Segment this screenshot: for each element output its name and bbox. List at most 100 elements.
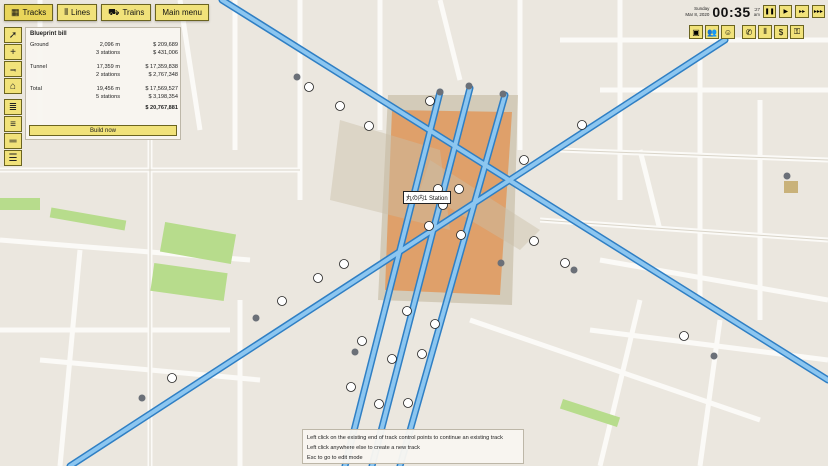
play-button[interactable]: ▶ — [779, 5, 793, 18]
track-double-icon: ≡ — [10, 118, 16, 130]
train-button[interactable]: ⫴ — [758, 25, 772, 39]
lines-button[interactable]: ⫴ Lines — [57, 4, 98, 21]
control-point-marker[interactable] — [403, 398, 413, 408]
control-point-marker[interactable] — [402, 306, 412, 316]
fastest-button[interactable]: ▸▸▸ — [811, 5, 825, 18]
control-point-marker[interactable] — [357, 336, 367, 346]
trains-button[interactable]: ⛟ Trains — [101, 4, 152, 21]
map-view-button[interactable]: ▣ — [689, 25, 703, 39]
pause-icon: ❚❚ — [764, 9, 775, 15]
train-icon: ⫴ — [763, 27, 767, 36]
phone-icon: ✆ — [745, 27, 753, 37]
control-point-marker[interactable] — [313, 273, 323, 283]
control-point-marker[interactable] — [454, 184, 464, 194]
control-point-marker[interactable] — [424, 221, 434, 231]
date-display: Sunday Mar 8, 2020 — [685, 6, 710, 17]
tracks-button[interactable]: ▦ Tracks — [4, 4, 54, 21]
hint-line: Left click on the existing end of track … — [307, 435, 503, 441]
tool-palette: ➚ + ⫬ ⌂ ≣ ≡ ═ ☰ — [4, 27, 23, 166]
control-point-marker[interactable] — [465, 82, 473, 90]
control-point-marker[interactable] — [346, 382, 356, 392]
station-name-label[interactable]: 丸の内1 Station — [403, 191, 451, 204]
lines-icon: ⫴ — [64, 7, 68, 17]
tunnel-stations-row: 2 stations $ 2,767,348 — [96, 71, 178, 78]
add-track-icon: + — [10, 46, 16, 58]
control-point-marker[interactable] — [529, 236, 539, 246]
top-toolbar: ▦ Tracks ⫴ Lines ⛟ Trains Main menu — [4, 4, 209, 21]
satisfaction-button[interactable]: ☺ — [721, 25, 735, 39]
play-icon: ▶ — [783, 9, 789, 15]
hint-box: Left click on the existing end of track … — [302, 429, 524, 464]
control-point-marker[interactable] — [351, 348, 359, 356]
tunnel-row: Tunnel 17,359 m $ 17,359,838 — [30, 64, 178, 70]
panel-title: Blueprint bill — [30, 31, 67, 37]
track-ground-icon: ═ — [9, 135, 17, 147]
control-point-marker[interactable] — [293, 73, 301, 81]
control-point-marker[interactable] — [387, 354, 397, 364]
track-double-tool[interactable]: ≡ — [4, 116, 22, 132]
phone-button[interactable]: ✆ — [742, 25, 756, 39]
add-track-tool[interactable]: + — [4, 44, 22, 60]
control-point-marker[interactable] — [425, 96, 435, 106]
control-point-marker[interactable] — [497, 259, 505, 267]
control-point-marker[interactable] — [374, 399, 384, 409]
control-point-marker[interactable] — [339, 259, 349, 269]
total-stations-row: 5 stations $ 3,198,354 — [96, 93, 178, 100]
control-point-marker[interactable] — [304, 82, 314, 92]
right-toolbar: ▣ 👥 ☺ ✆ ⫴ $ ⚿ — [689, 25, 804, 39]
control-point-marker[interactable] — [710, 352, 718, 360]
control-point-marker[interactable] — [783, 172, 791, 180]
track-ground-tool[interactable]: ═ — [4, 133, 22, 149]
control-point-marker[interactable] — [577, 120, 587, 130]
control-point-marker[interactable] — [456, 230, 466, 240]
grand-total: $ 20,767,881 — [145, 105, 178, 111]
track-tunnel-tool[interactable]: ☰ — [4, 150, 22, 166]
money-icon: $ — [778, 27, 784, 37]
lock-button[interactable]: ⚿ — [790, 25, 804, 39]
fast-forward-button[interactable]: ▸▸ — [795, 5, 809, 18]
hint-line: Left click anywhere else to create a new… — [307, 445, 420, 452]
money-button[interactable]: $ — [774, 25, 788, 39]
track-tunnel-icon: ☰ — [8, 152, 18, 164]
control-point-marker[interactable] — [499, 90, 507, 98]
map-view-icon: ▣ — [692, 27, 700, 37]
lock-icon: ⚿ — [793, 27, 801, 36]
people-icon: 👥 — [707, 27, 717, 37]
main-menu-button[interactable]: Main menu — [155, 4, 209, 21]
control-point-marker[interactable] — [364, 121, 374, 131]
control-point-marker[interactable] — [138, 394, 146, 402]
ground-stations-row: 3 stations $ 431,006 — [96, 49, 178, 56]
fast-forward-icon: ▸▸ — [799, 9, 806, 15]
seconds-display: :27 am — [753, 6, 760, 17]
control-point-marker[interactable] — [679, 331, 689, 341]
people-button[interactable]: 👥 — [705, 25, 719, 39]
select-tool[interactable]: ➚ — [4, 27, 22, 43]
control-point-marker[interactable] — [417, 349, 427, 359]
game-clock: Sunday Mar 8, 2020 00:35 :27 am ❚❚ ▶ ▸▸ … — [685, 3, 825, 20]
tracks-icon: ▦ — [11, 7, 20, 17]
ground-row: Ground 2,096 m $ 209,689 — [30, 42, 178, 48]
build-now-button[interactable]: Build now — [29, 125, 177, 136]
control-point-marker[interactable] — [570, 266, 578, 274]
pause-button[interactable]: ❚❚ — [762, 5, 777, 18]
control-point-marker[interactable] — [277, 296, 287, 306]
total-row: Total 19,456 m $ 17,569,527 — [30, 86, 178, 92]
blueprint-bill-panel: Blueprint bill Ground 2,096 m $ 209,689 … — [25, 27, 181, 140]
elevation-icon: ⫬ — [10, 63, 16, 75]
control-point-marker[interactable] — [560, 258, 570, 268]
control-point-marker[interactable] — [252, 314, 260, 322]
elevation-tool[interactable]: ⫬ — [4, 61, 22, 77]
hint-line: Esc to go to edit mode — [307, 455, 363, 462]
fastest-icon: ▸▸▸ — [813, 9, 823, 15]
control-point-marker[interactable] — [436, 88, 444, 96]
control-point-marker[interactable] — [335, 101, 345, 111]
station-tool[interactable]: ⌂ — [4, 78, 22, 94]
track-single-tool[interactable]: ≣ — [4, 99, 22, 115]
control-point-marker[interactable] — [167, 373, 177, 383]
control-point-marker[interactable] — [430, 319, 440, 329]
control-point-marker[interactable] — [519, 155, 529, 165]
station-icon: ⌂ — [9, 80, 17, 92]
satisfaction-icon: ☺ — [723, 27, 733, 37]
train-icon: ⛟ — [108, 6, 120, 17]
select-icon: ➚ — [8, 29, 18, 41]
